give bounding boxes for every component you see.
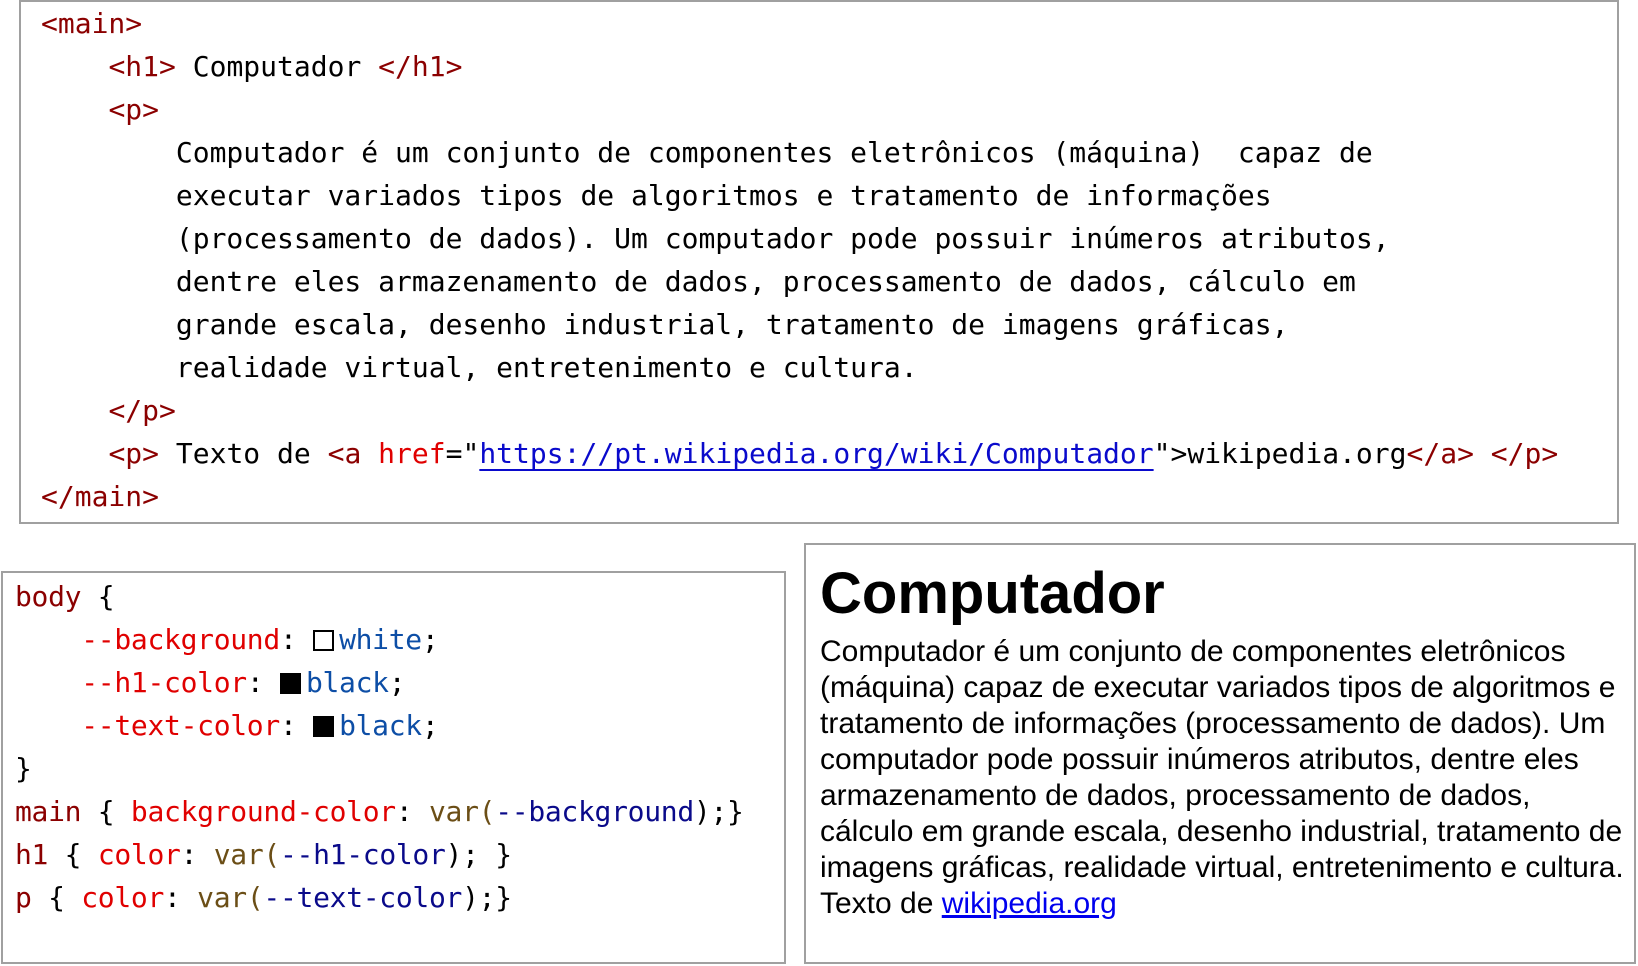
href-attribute: href <box>378 437 446 470</box>
css-variable-name: --h1-color <box>81 666 247 699</box>
var-function: var( <box>428 795 496 828</box>
h1-code-text: Computador <box>175 50 379 83</box>
a-open-tag-end: > <box>1170 437 1188 470</box>
p-selector: p <box>15 881 32 914</box>
p-open-tag: <p> <box>108 93 160 126</box>
preview-main: Computador Computador é um conjunto de c… <box>820 545 1630 922</box>
css-variable-name: --text-color <box>81 709 280 742</box>
a-open-tag-start: <a <box>327 437 379 470</box>
h1-selector: h1 <box>15 838 49 871</box>
html-code-block: <main> <h1> Computador </h1> <p> Computa… <box>41 2 1558 518</box>
css-code-block: body { --background: white; --h1-color: … <box>15 580 744 914</box>
p2-open-tag: <p> <box>108 437 160 470</box>
black-color-swatch[interactable] <box>279 673 301 694</box>
css-variable-value: black <box>305 666 389 699</box>
a-close-tag: </a> <box>1406 437 1474 470</box>
wikipedia-link[interactable]: wikipedia.org <box>942 887 1117 920</box>
css-property: color <box>97 838 181 871</box>
rule-end: );} <box>462 881 512 914</box>
css-property: color <box>81 881 165 914</box>
p-code-line: (processamento de dados). Um computador … <box>175 222 1390 255</box>
main-close-tag: </main> <box>41 480 160 513</box>
rule-end: );} <box>693 795 744 828</box>
css-var-reference: --background <box>495 795 694 828</box>
white-color-swatch[interactable] <box>313 630 335 651</box>
h1-open-tag: <h1> <box>108 50 176 83</box>
p-code-line: Computador é um conjunto de componentes … <box>175 136 1373 169</box>
var-function: var( <box>197 881 264 914</box>
h1-close-tag: </h1> <box>378 50 463 83</box>
preview-paragraph: Computador é um conjunto de componentes … <box>820 635 1624 884</box>
p-code-line: dentre eles armazenamento de dados, proc… <box>175 265 1356 298</box>
attr-quote-end: " <box>1153 437 1171 470</box>
var-function: var( <box>213 838 281 871</box>
page-title: Computador <box>820 561 1165 626</box>
css-variable-value: black <box>339 709 422 742</box>
main-selector: main <box>15 795 82 828</box>
p2-close-tag: </p> <box>1473 437 1559 470</box>
css-var-reference: --h1-color <box>279 838 446 871</box>
href-url-link[interactable]: https://pt.wikipedia.org/wiki/Computador <box>479 437 1153 470</box>
body-selector: body <box>15 580 82 613</box>
html-source-panel: <main> <h1> Computador </h1> <p> Computa… <box>19 0 1619 524</box>
css-variable-name: --background <box>81 623 280 656</box>
black-color-swatch[interactable] <box>313 716 335 737</box>
p2-code-text: Texto de <box>159 437 328 470</box>
css-source-panel: body { --background: white; --h1-color: … <box>1 571 786 964</box>
p-code-line: grande escala, desenho industrial, trata… <box>175 308 1289 341</box>
css-var-reference: --text-color <box>263 881 463 914</box>
rendered-preview-panel: Computador Computador é um conjunto de c… <box>804 543 1636 964</box>
attr-equals: =" <box>445 437 480 470</box>
css-variable-value: white <box>339 623 422 656</box>
a-code-text: wikipedia.org <box>1187 437 1407 470</box>
close-brace: } <box>15 752 32 785</box>
p-code-line: executar variados tipos de algoritmos e … <box>175 179 1272 212</box>
source-prefix: Texto de <box>820 887 942 920</box>
main-open-tag: <main> <box>41 7 143 40</box>
css-property: background-color <box>130 795 396 828</box>
p-code-line: realidade virtual, entretenimento e cult… <box>175 351 918 384</box>
open-brace: { <box>81 580 115 613</box>
preview-source-line: Texto de wikipedia.org <box>820 886 1630 922</box>
p-close-tag: </p> <box>108 394 176 427</box>
rule-end: ); } <box>445 838 513 871</box>
